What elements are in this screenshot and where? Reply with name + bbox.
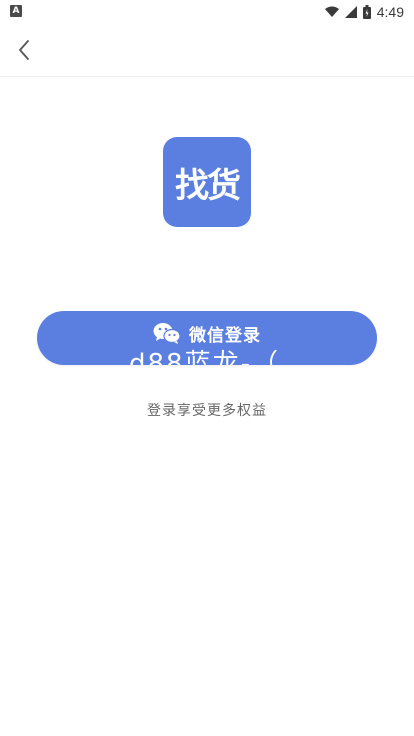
status-right: 4:49 [324,3,404,21]
logo-text: 找货 [175,165,241,206]
wechat-login-row: 微信登录 [153,321,261,346]
wifi-icon [324,6,339,17]
status-bar: A 4:49 [0,0,414,24]
wechat-icon [153,323,181,344]
login-benefit-text: 登录享受更多权益 [147,403,267,419]
overlay-watermark-text: d88蓝龙-（ [129,349,280,365]
status-time: 4:49 [376,4,404,20]
back-button[interactable] [6,32,42,68]
notification-icon: A [10,5,22,17]
app-logo: 找货 [163,137,251,227]
wechat-login-label: 微信登录 [189,325,261,346]
signal-icon [344,6,357,18]
top-nav [0,24,414,77]
wechat-login-button[interactable]: 微信登录 d88蓝龙-（ [37,311,377,365]
chevron-left-icon [19,40,29,60]
battery-icon [362,5,371,19]
